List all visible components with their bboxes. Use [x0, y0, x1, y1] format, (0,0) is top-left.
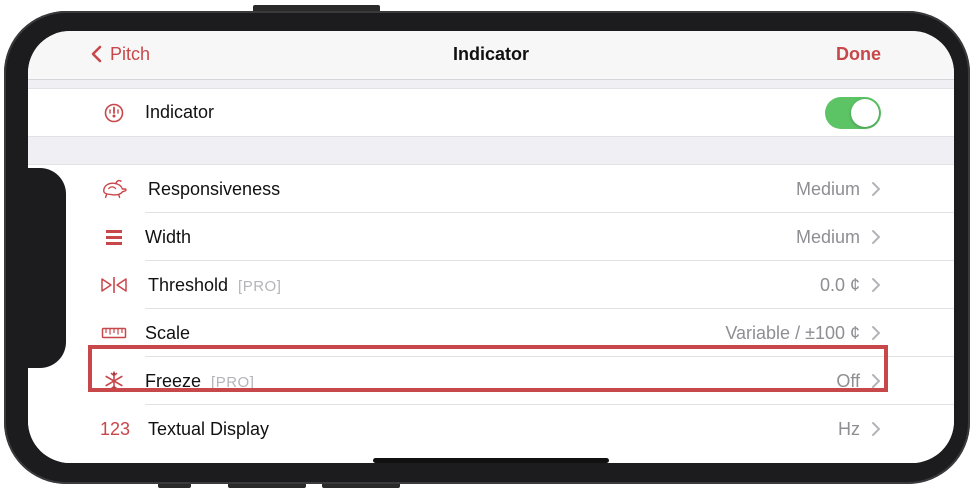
- home-indicator[interactable]: [373, 458, 609, 463]
- width-bars-icon: [100, 223, 128, 251]
- row-responsiveness[interactable]: Responsiveness Medium: [28, 165, 954, 213]
- chevron-right-icon: [872, 182, 880, 196]
- row-label: Threshold [PRO]: [148, 275, 281, 296]
- indicator-row: Indicator: [28, 89, 954, 136]
- row-label-text: Responsiveness: [148, 178, 281, 199]
- gauge-icon: [100, 99, 128, 127]
- row-value: Medium: [795, 178, 860, 199]
- snowflake-icon: [100, 367, 128, 395]
- row-width[interactable]: Width Medium: [28, 213, 954, 261]
- row-label-text: Threshold: [148, 274, 229, 295]
- row-label: Responsiveness: [148, 179, 280, 200]
- row-label-text: Freeze: [145, 370, 202, 391]
- row-label-text: Scale: [145, 322, 191, 343]
- row-value: Hz: [838, 418, 860, 439]
- pro-badge: [PRO]: [238, 277, 282, 295]
- numbers-icon: 123: [99, 418, 131, 439]
- row-label: Width: [145, 227, 191, 248]
- phone-frame: Pitch Indicator Done Indicator Responsiv…: [4, 11, 970, 484]
- row-freeze[interactable]: Freeze [PRO] Off: [28, 357, 954, 405]
- toggle-knob: [851, 98, 879, 127]
- chevron-right-icon: [872, 326, 880, 340]
- indicator-section: Indicator: [28, 88, 954, 137]
- row-value: 0.0 ¢: [819, 274, 860, 295]
- screen: Pitch Indicator Done Indicator Responsiv…: [28, 31, 954, 463]
- chevron-right-icon: [872, 230, 880, 244]
- row-textual-display[interactable]: 123 Textual Display Hz: [28, 405, 954, 453]
- page-title: Indicator: [452, 44, 529, 64]
- row-label: Scale: [145, 323, 190, 344]
- ruler-icon: [100, 319, 128, 347]
- indicator-label: Indicator: [145, 102, 215, 122]
- row-threshold[interactable]: Threshold [PRO] 0.0 ¢: [28, 261, 954, 309]
- row-label-text: Textual Display: [148, 418, 270, 439]
- notch: [28, 168, 66, 368]
- chevron-right-icon: [872, 422, 880, 436]
- row-value: Variable / ±100 ¢: [725, 322, 860, 343]
- chevron-right-icon: [872, 278, 880, 292]
- indicator-toggle[interactable]: [825, 96, 881, 129]
- rabbit-turtle-icon: [100, 175, 128, 203]
- row-label-text: Width: [145, 226, 192, 247]
- row-value: Off: [836, 370, 860, 391]
- navigation-bar: Pitch Indicator Done: [28, 31, 954, 80]
- stage: Pitch Indicator Done Indicator Responsiv…: [0, 0, 975, 495]
- done-button[interactable]: Done: [836, 39, 881, 69]
- settings-list: Responsiveness Medium Width Medium Thres…: [28, 164, 954, 463]
- row-value: Medium: [795, 226, 860, 247]
- chevron-right-icon: [872, 374, 880, 388]
- row-label: Textual Display: [148, 419, 269, 440]
- pro-badge: [PRO]: [211, 373, 255, 391]
- threshold-icon: [100, 271, 128, 299]
- row-scale[interactable]: Scale Variable / ±100 ¢: [28, 309, 954, 357]
- row-label: Freeze [PRO]: [145, 371, 254, 392]
